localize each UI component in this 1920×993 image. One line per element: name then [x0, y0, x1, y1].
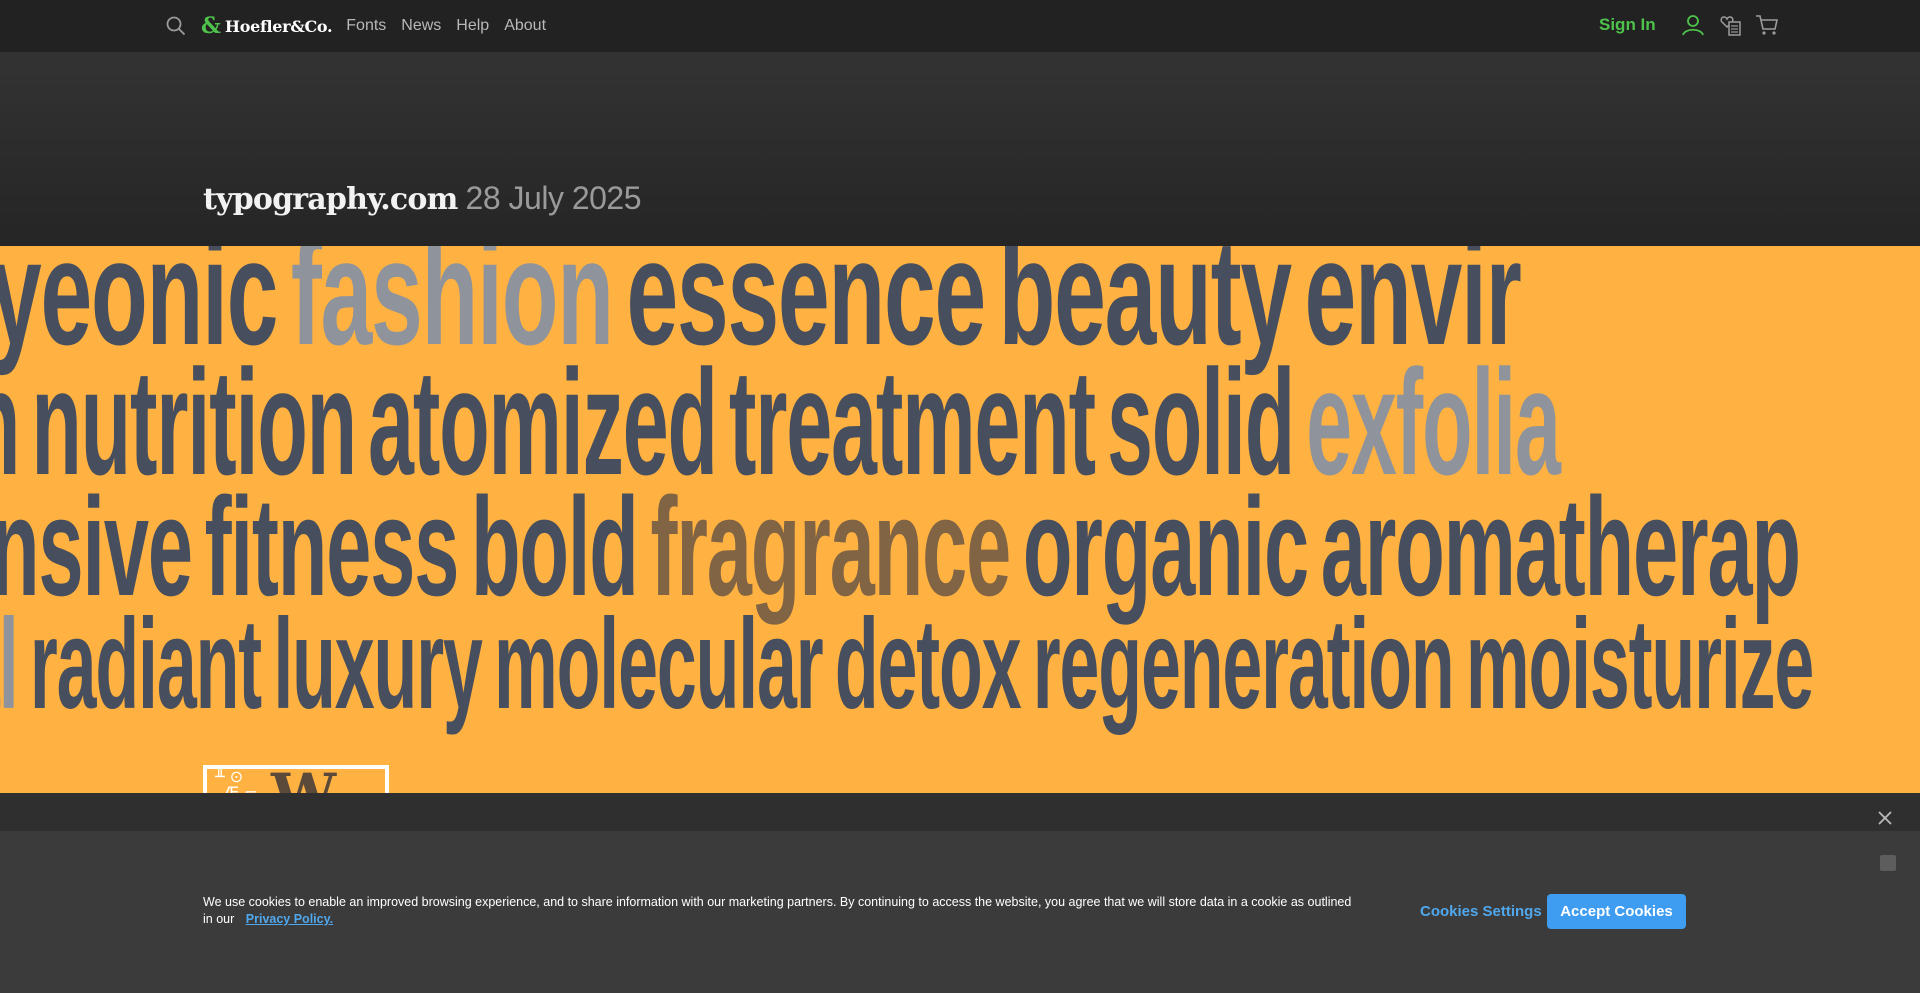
banner-word: detox — [834, 593, 1022, 736]
logo-text: Hoefler&Co. — [224, 16, 333, 36]
publish-date: 28 July 2025 — [465, 180, 642, 216]
close-icon[interactable] — [1876, 809, 1894, 827]
banner-word: molecular — [494, 593, 824, 736]
cookie-banner: We use cookies to enable an improved bro… — [0, 793, 1920, 993]
privacy-policy-link[interactable]: Privacy Policy. — [246, 912, 333, 926]
nav-left: & Hoefler&Co. Fonts News Help About — [165, 0, 561, 52]
search-icon[interactable] — [165, 15, 187, 37]
hero-banner: yeonicfashionessencebeautyenvir nnutriti… — [0, 246, 1920, 793]
user-icon[interactable] — [1681, 13, 1705, 37]
nav-about[interactable]: About — [504, 17, 546, 35]
sign-in-link[interactable]: Sign In — [1599, 15, 1656, 35]
cookie-message-text: We use cookies to enable an improved bro… — [203, 895, 1352, 926]
brand-logo[interactable]: & Hoefler&Co. — [201, 13, 333, 39]
top-nav: & Hoefler&Co. Fonts News Help About Sign… — [0, 0, 1920, 52]
nav-news[interactable]: News — [401, 17, 441, 35]
accept-cookies-button[interactable]: Accept Cookies — [1547, 894, 1686, 929]
site-title[interactable]: typography.com — [203, 182, 458, 217]
publication-line: typography.com 28 July 2025 — [203, 180, 642, 217]
article-header: typography.com 28 July 2025 — [0, 52, 1920, 246]
cookie-banner-top — [0, 793, 1920, 831]
banner-word: al — [0, 593, 19, 736]
cookie-toggle-box[interactable] — [1880, 855, 1896, 871]
cart-icon[interactable] — [1755, 13, 1779, 37]
banner-word: radiant — [29, 593, 262, 736]
nav-fonts[interactable]: Fonts — [346, 17, 386, 35]
banner-word: luxury — [273, 593, 483, 736]
favorites-icon[interactable] — [1718, 13, 1742, 37]
nav-help[interactable]: Help — [456, 17, 489, 35]
cookies-settings-button[interactable]: Cookies Settings — [1420, 903, 1542, 920]
banner-word: regeneration — [1032, 593, 1455, 736]
nav-right: Sign In — [1599, 0, 1920, 52]
word-line-4: alradiantluxurymoleculardetoxregeneratio… — [0, 591, 1825, 738]
banner-word: moisturize — [1465, 593, 1814, 736]
logo-ampersand: & — [201, 13, 221, 39]
cookie-message: We use cookies to enable an improved bro… — [203, 894, 1353, 928]
